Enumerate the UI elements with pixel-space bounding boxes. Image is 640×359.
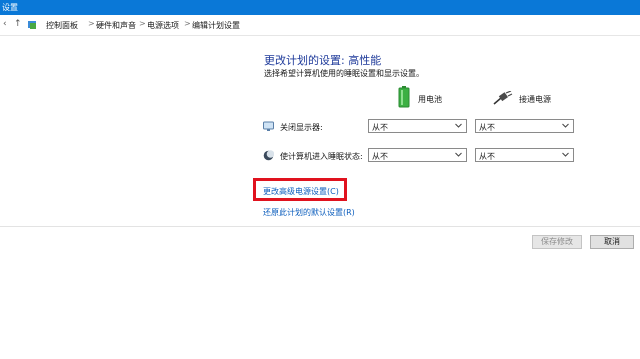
chevron-down-icon	[455, 123, 462, 128]
sleep-battery-select[interactable]: 从不	[368, 148, 467, 162]
sleep-label: 使计算机进入睡眠状态:	[280, 152, 363, 161]
breadcrumb-edit-plan[interactable]: 编辑计划设置	[192, 20, 240, 31]
back-arrow-icon[interactable]: ‹	[3, 19, 7, 29]
plug-icon	[493, 90, 513, 107]
breadcrumb-separator: >	[139, 19, 146, 28]
moon-icon	[263, 150, 275, 161]
save-changes-button[interactable]: 保存修改	[532, 235, 582, 249]
battery-icon	[398, 86, 410, 110]
plugged-column-header: 接通电源	[519, 95, 551, 104]
breadcrumb-power-options[interactable]: 电源选项	[147, 20, 179, 31]
chevron-down-icon	[562, 123, 569, 128]
up-arrow-icon[interactable]: ↑	[14, 19, 22, 29]
title-bar: 设置	[0, 0, 640, 15]
divider	[0, 226, 640, 227]
display-off-plugged-select[interactable]: 从不	[475, 119, 574, 133]
page-title: 更改计划的设置: 高性能	[264, 54, 382, 67]
display-off-battery-select[interactable]: 从不	[368, 119, 467, 133]
page-subtitle: 选择希望计算机使用的睡眠设置和显示设置。	[264, 69, 424, 78]
breadcrumb-separator: >	[88, 19, 95, 28]
monitor-icon	[263, 121, 274, 132]
breadcrumb-separator: >	[184, 19, 191, 28]
restore-defaults-link[interactable]: 还原此计划的默认设置(R)	[263, 207, 355, 218]
window-title: 设置	[2, 3, 18, 12]
display-off-label: 关闭显示器:	[280, 123, 323, 132]
breadcrumb-hardware-sound[interactable]: 硬件和声音	[96, 20, 136, 31]
battery-column-header: 用电池	[418, 95, 442, 104]
control-panel-icon	[27, 19, 38, 32]
cancel-button[interactable]: 取消	[590, 235, 634, 249]
chevron-down-icon	[455, 152, 462, 157]
address-bar: ‹ ↑ 控制面板 > 硬件和声音 > 电源选项 > 编辑计划设置	[0, 15, 640, 36]
chevron-down-icon	[562, 152, 569, 157]
breadcrumb-control-panel[interactable]: 控制面板	[46, 20, 78, 31]
highlight-box	[253, 178, 347, 201]
sleep-plugged-select[interactable]: 从不	[475, 148, 574, 162]
